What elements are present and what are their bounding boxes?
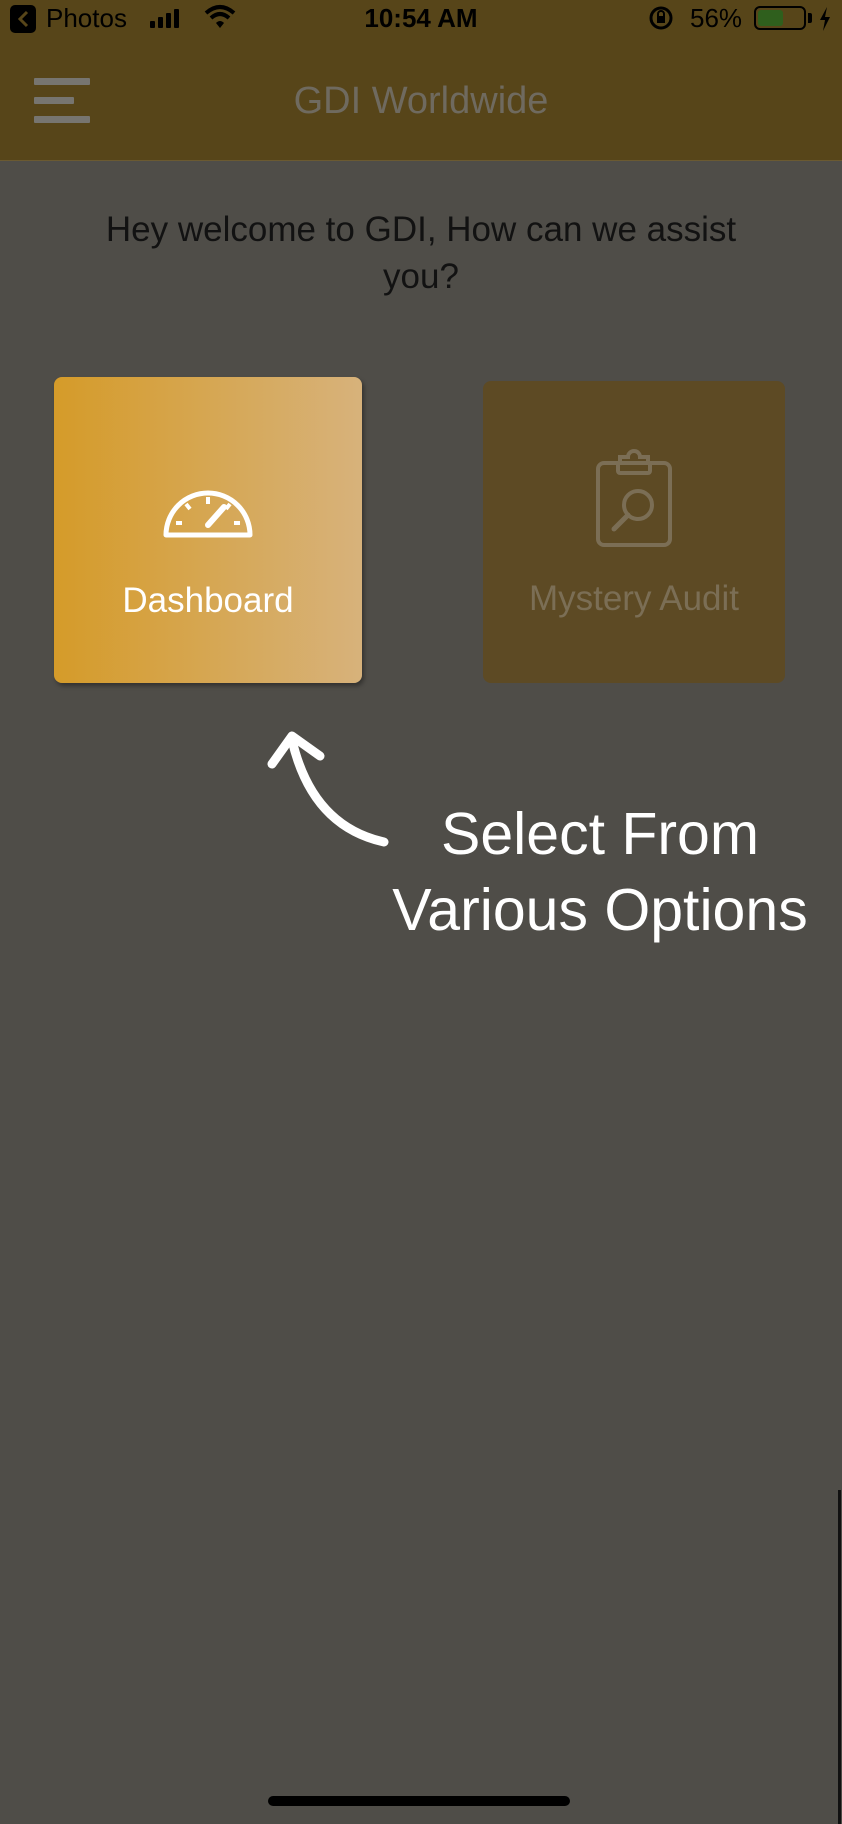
annotation-line-1: Select From: [440, 801, 760, 867]
app-header: GDI Worldwide: [0, 38, 842, 161]
battery-percent: 56%: [690, 3, 743, 33]
battery-cap: [808, 13, 812, 23]
clipboard-search-icon: [483, 449, 785, 554]
welcome-message: Hey welcome to GDI, How can we assist yo…: [105, 210, 737, 296]
mystery-audit-tile[interactable]: Mystery Audit: [483, 381, 785, 683]
annotation-caption: Select From Various Options: [380, 796, 820, 948]
annotation-line-2: Various Options: [392, 877, 808, 943]
status-bar: Photos 10:54 AM 56%: [0, 0, 842, 38]
battery-level-fill: [758, 10, 783, 26]
battery-icon: [754, 6, 806, 30]
dashboard-tile[interactable]: Dashboard: [54, 377, 362, 683]
mystery-audit-label: Mystery Audit: [528, 579, 740, 618]
orientation-lock-icon: [648, 5, 674, 36]
edge-divider: [838, 1490, 841, 1824]
app-title: GDI Worldwide: [293, 80, 549, 122]
dashboard-label: Dashboard: [122, 581, 294, 620]
charging-bolt-icon: [818, 6, 832, 37]
home-indicator[interactable]: [268, 1796, 570, 1806]
speedometer-icon: [54, 473, 362, 544]
